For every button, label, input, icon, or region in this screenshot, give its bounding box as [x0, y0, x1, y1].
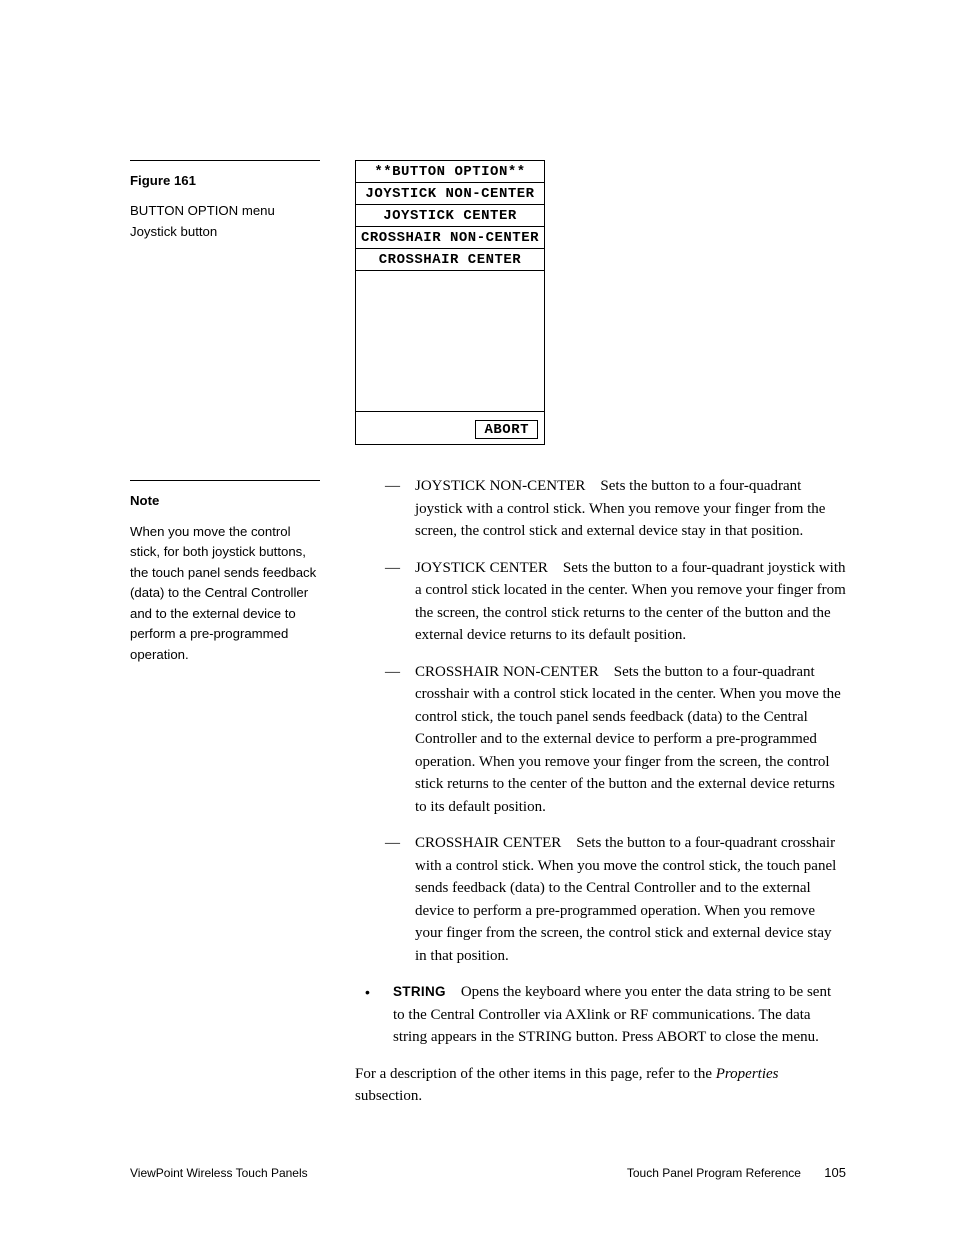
- body-crosshair-center: Sets the button to a four-quadrant cross…: [415, 835, 836, 964]
- item-joystick-center: — JOYSTICK CENTER Sets the button to a f…: [355, 557, 846, 647]
- figure-caption: Figure 161 BUTTON OPTION menu Joystick b…: [130, 160, 355, 242]
- menu-title: **BUTTON OPTION**: [356, 161, 544, 183]
- note-label: Note: [130, 491, 355, 511]
- page-footer: ViewPoint Wireless Touch Panels Touch Pa…: [130, 1165, 846, 1180]
- item-crosshair-non-center: — CROSSHAIR NON-CENTER Sets the button t…: [355, 661, 846, 819]
- item-crosshair-center: — CROSSHAIR CENTER Sets the button to a …: [355, 832, 846, 967]
- menu-item-joystick-non-center[interactable]: JOYSTICK NON-CENTER: [356, 183, 544, 205]
- figure-label: Figure 161: [130, 171, 355, 191]
- closing-paragraph: For a description of the other items in …: [355, 1063, 846, 1108]
- menu-item-crosshair-center[interactable]: CROSSHAIR CENTER: [356, 249, 544, 271]
- properties-ref: Properties: [716, 1066, 779, 1082]
- lead-string: STRING: [393, 984, 446, 999]
- body-string: Opens the keyboard where you enter the d…: [393, 984, 831, 1045]
- menu-item-joystick-center[interactable]: JOYSTICK CENTER: [356, 205, 544, 227]
- figure-caption-line-2: Joystick button: [130, 222, 355, 242]
- button-option-menu: **BUTTON OPTION** JOYSTICK NON-CENTER JO…: [355, 160, 545, 445]
- item-joystick-non-center: — JOYSTICK NON-CENTER Sets the button to…: [355, 475, 846, 543]
- footer-right: Touch Panel Program Reference: [627, 1166, 801, 1180]
- note-block: Note When you move the control stick, fo…: [130, 480, 355, 665]
- figure-caption-line-1: BUTTON OPTION menu: [130, 201, 355, 221]
- body-crosshair-non-center: Sets the button to a four-quadrant cross…: [415, 664, 841, 815]
- lead-joystick-non-center: JOYSTICK NON-CENTER: [415, 478, 585, 494]
- menu-item-crosshair-non-center[interactable]: CROSSHAIR NON-CENTER: [356, 227, 544, 249]
- lead-crosshair-center: CROSSHAIR CENTER: [415, 835, 561, 851]
- page-number: 105: [824, 1165, 846, 1180]
- lead-joystick-center: JOYSTICK CENTER: [415, 560, 548, 576]
- abort-button[interactable]: ABORT: [475, 420, 538, 439]
- lead-crosshair-non-center: CROSSHAIR NON-CENTER: [415, 664, 599, 680]
- item-string: • STRING Opens the keyboard where you en…: [355, 981, 846, 1049]
- note-text: When you move the control stick, for bot…: [130, 522, 320, 665]
- description-list: — JOYSTICK NON-CENTER Sets the button to…: [355, 475, 846, 1049]
- footer-left: ViewPoint Wireless Touch Panels: [130, 1166, 308, 1180]
